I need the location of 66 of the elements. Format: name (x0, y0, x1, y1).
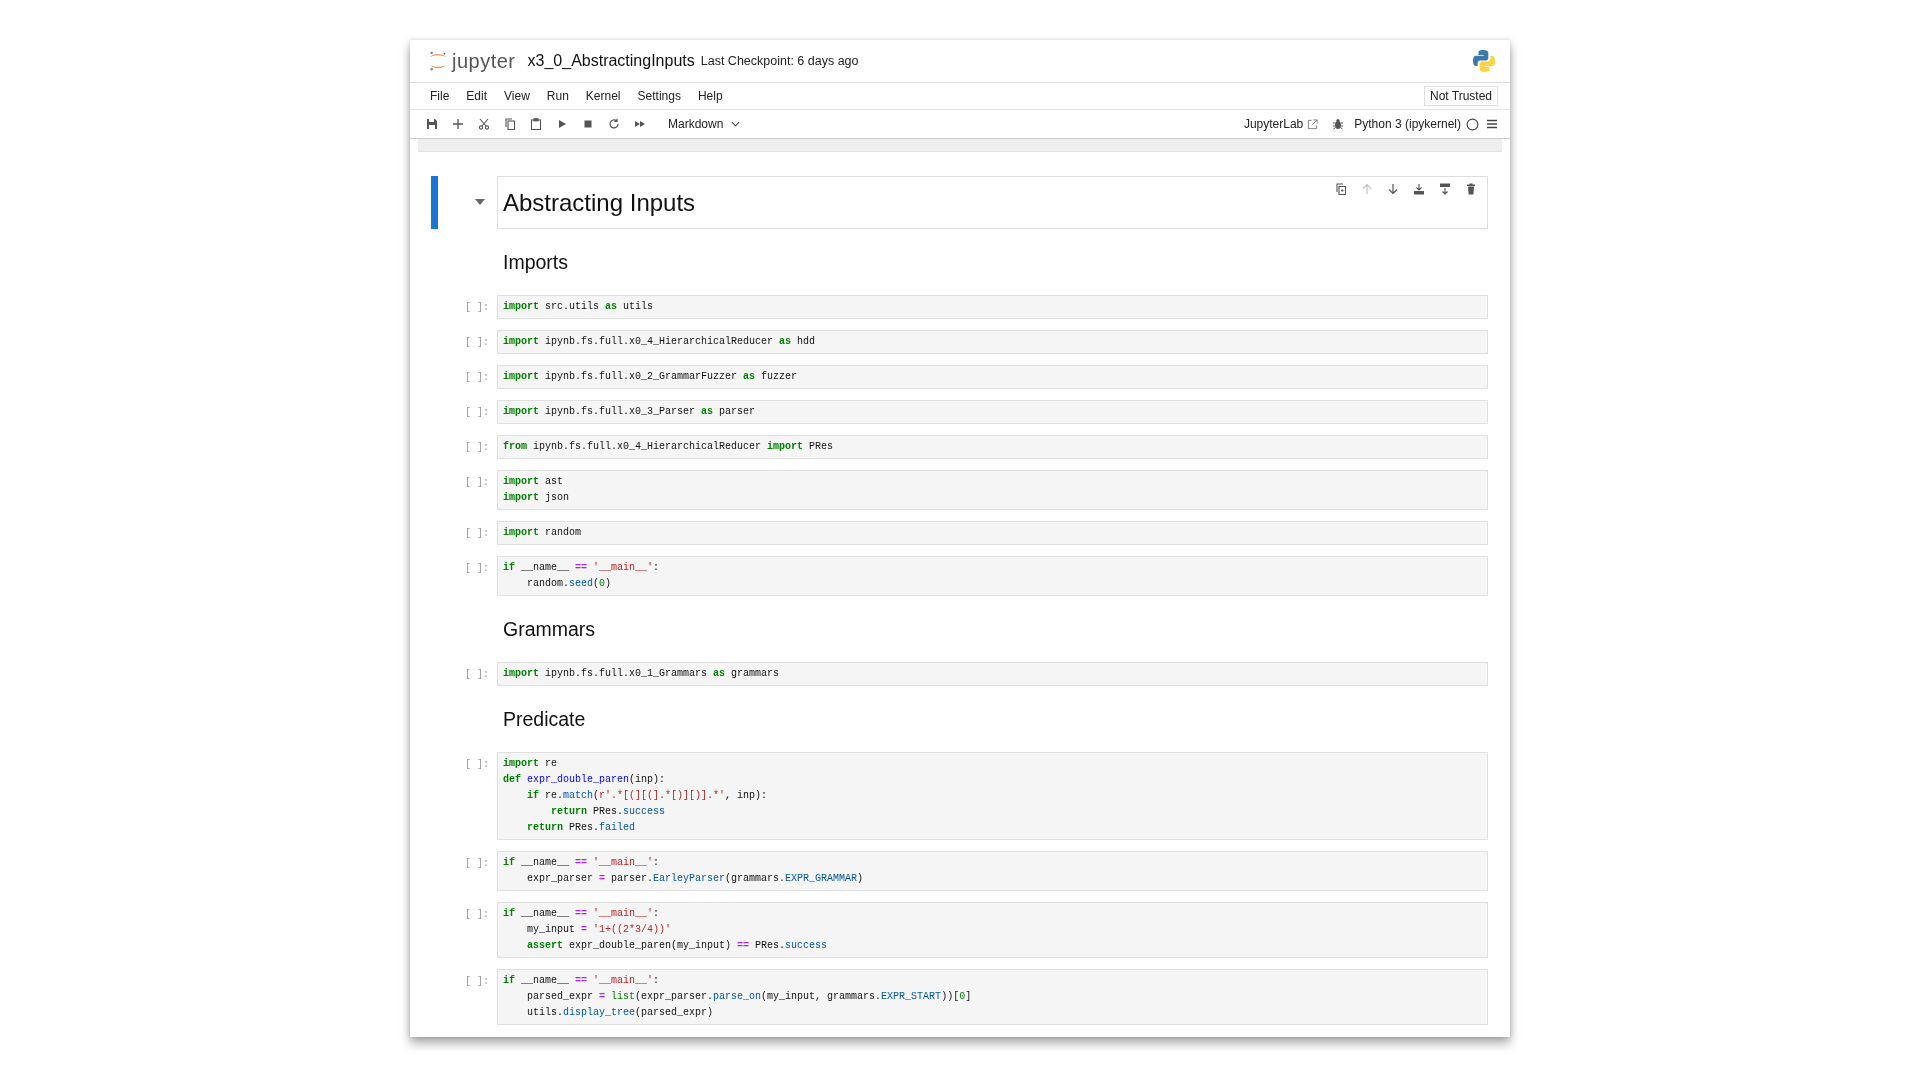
cell-type-dropdown[interactable]: Markdown (668, 117, 741, 131)
execution-prompt: [ ]: (465, 302, 489, 313)
menu-item[interactable]: File (430, 89, 450, 103)
execution-prompt: [ ]: (465, 442, 489, 453)
restart-icon[interactable] (608, 118, 620, 130)
execution-prompt: [ ]: (465, 563, 489, 574)
jupyterlab-link[interactable]: JupyterLab (1243, 117, 1304, 131)
trust-button[interactable]: Not Trusted (1423, 86, 1498, 106)
notebook-heading: Abstracting Inputs (503, 188, 696, 217)
clipboard-icon[interactable] (530, 118, 542, 130)
code-cell[interactable]: import ipynb.fs.full.x0_1_Grammars as grammars (497, 662, 1488, 686)
menu-item[interactable]: Kernel (585, 89, 621, 103)
heading-cell[interactable]: Abstracting Inputs (497, 176, 1488, 229)
scissors-icon[interactable] (478, 118, 490, 130)
code-cell[interactable]: import ipynb.fs.full.x0_2_GrammarFuzzer as fuzzer (497, 365, 1488, 389)
checkpoint-status: Last Checkpoint: 6 days ago (700, 54, 859, 68)
jupyter-logo-text: jupyter (452, 49, 516, 73)
external-link-icon[interactable] (1307, 118, 1319, 130)
execution-prompt: [ ]: (465, 372, 489, 383)
code-cell[interactable]: import random (497, 521, 1488, 545)
duplicate-icon[interactable] (1335, 183, 1347, 195)
section-heading: Imports (503, 250, 568, 274)
menu-item[interactable]: Settings (637, 89, 681, 103)
code-cell[interactable]: if __name__ == '__main__': expr_parser = parser.EarleyParser(grammars.EXPR_GRAMMAR) (497, 851, 1488, 891)
execution-prompt: [ ]: (465, 337, 489, 348)
insert-above-icon[interactable] (1413, 183, 1425, 195)
code-cell[interactable]: if __name__ == '__main__': random.seed(0) (497, 556, 1488, 596)
code-cell[interactable]: import src.utils as utils (497, 295, 1488, 319)
menu-item[interactable]: Help (697, 89, 723, 103)
execution-prompt: [ ]: (465, 858, 489, 869)
fast-forward-icon[interactable] (634, 118, 646, 130)
collapse-caret-icon[interactable] (475, 199, 485, 205)
execution-prompt: [ ]: (465, 669, 489, 680)
insert-below-icon[interactable] (1439, 183, 1451, 195)
section-heading: Grammars (503, 617, 596, 641)
code-cell[interactable]: if __name__ == '__main__': my_input = '1+((2*3/4))' assert expr_double_paren(my_input) == PRes.success (497, 902, 1488, 958)
code-cell[interactable]: from ipynb.fs.full.x0_4_HierarchicalReducer import PRes (497, 435, 1488, 459)
execution-prompt: [ ]: (465, 528, 489, 539)
code-cell[interactable]: if __name__ == '__main__': parsed_expr = list(expr_parser.parse_on(my_input, grammars.EXPR_START))[0] utils.display_tree(parsed_expr) (497, 969, 1488, 1025)
bug-icon[interactable] (1332, 118, 1345, 130)
chevron-down-icon (731, 121, 741, 127)
execution-prompt: [ ]: (465, 407, 489, 418)
code-cell[interactable]: import re def expr_double_paren(inp): if re.match(r'.*[(][(].*[)][)].*', inp): return PRes.success return PRes.failed (497, 752, 1488, 840)
menu-item[interactable]: View (504, 89, 530, 103)
execution-prompt: [ ]: (465, 976, 489, 987)
code-cell[interactable]: import ast import json (497, 470, 1488, 510)
code-cell[interactable]: import ipynb.fs.full.x0_4_HierarchicalReducer as hdd (497, 330, 1488, 354)
section-heading: Predicate (503, 707, 586, 731)
execution-prompt: [ ]: (465, 909, 489, 920)
run-icon[interactable] (556, 118, 568, 130)
delete-icon[interactable] (1465, 183, 1477, 195)
menu-item[interactable]: Run (546, 89, 569, 103)
kernel-name[interactable]: Python 3 (ipykernel) (1354, 117, 1461, 131)
execution-prompt: [ ]: (465, 759, 489, 770)
execution-prompt: [ ]: (465, 477, 489, 488)
plus-icon[interactable] (452, 118, 464, 130)
save-icon[interactable] (426, 118, 438, 130)
menu-item[interactable]: Edit (466, 89, 488, 103)
move-down-icon[interactable] (1387, 183, 1399, 195)
notebook-title[interactable]: x3_0_AbstractingInputs (527, 52, 695, 70)
stop-icon[interactable] (582, 118, 594, 130)
copy-icon[interactable] (504, 118, 516, 130)
jupyter-logo-icon (428, 50, 448, 72)
code-cell[interactable]: import ipynb.fs.full.x0_3_Parser as parser (497, 400, 1488, 424)
python-logo-icon (1472, 49, 1496, 73)
menu-icon[interactable] (1486, 118, 1498, 130)
